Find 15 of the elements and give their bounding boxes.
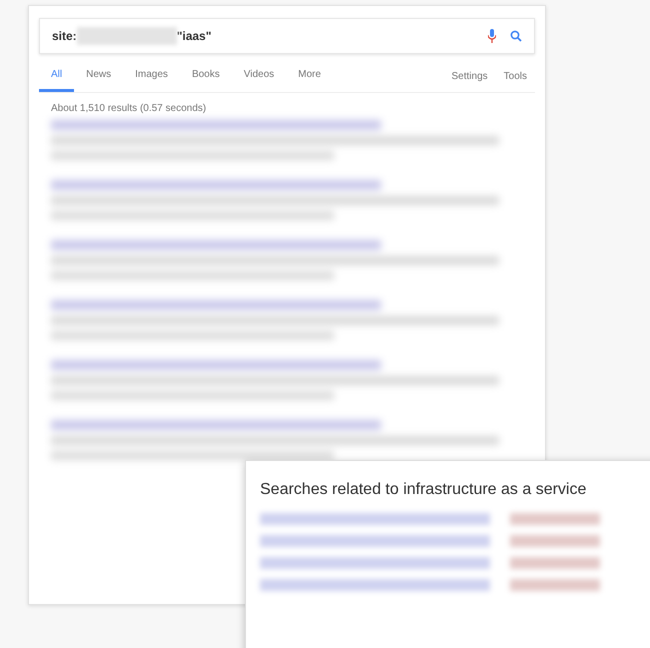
microphone-icon[interactable]: [488, 29, 496, 43]
search-field[interactable]: site: "iaas": [39, 18, 535, 54]
search-icon[interactable]: [510, 30, 522, 42]
related-searches-title: Searches related to infrastructure as a service: [260, 481, 588, 499]
query-text: "iaas": [176, 29, 212, 43]
tools-link[interactable]: Tools: [496, 60, 535, 92]
search-tab[interactable]: More: [286, 60, 333, 92]
search-tab[interactable]: News: [74, 60, 124, 92]
search-tab[interactable]: All: [39, 60, 74, 92]
tools-link[interactable]: Settings: [444, 60, 496, 92]
search-tab[interactable]: Videos: [232, 60, 286, 92]
query-text: site:: [52, 29, 77, 43]
search-tab[interactable]: Books: [180, 60, 232, 92]
result-stats: About 1,510 results (0.57 seconds): [51, 103, 208, 114]
search-tab[interactable]: Images: [123, 60, 180, 92]
